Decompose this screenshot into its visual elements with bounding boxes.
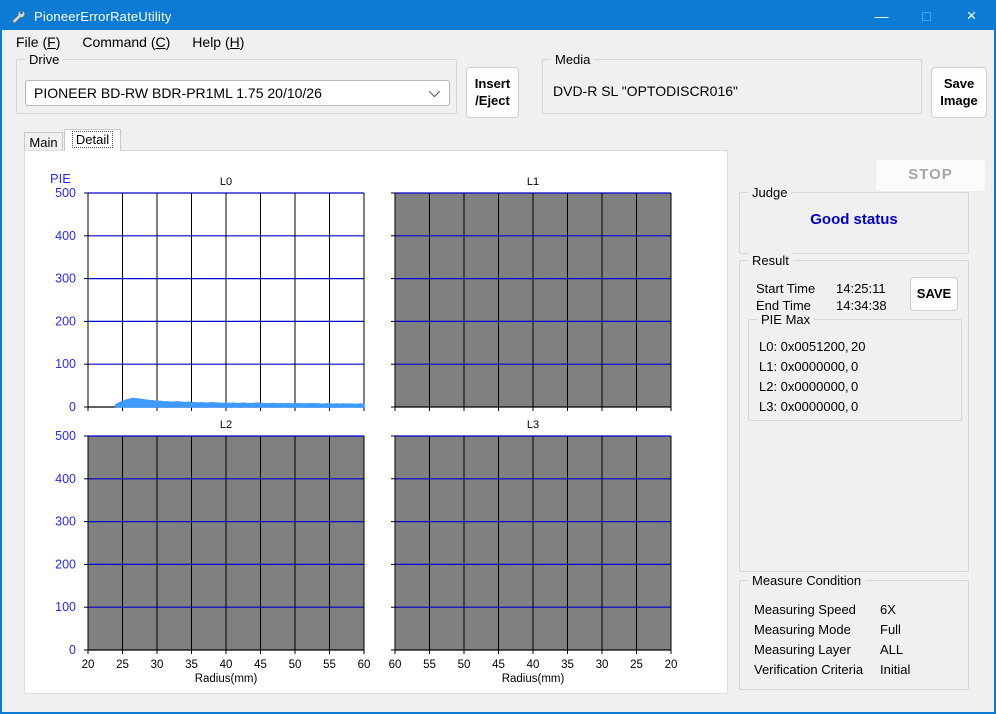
judge-group-label: Judge [748,185,792,200]
pie-max-group: PIE Max L0: 0x0051200, 20 L1: 0x0000000, 0 L… [748,312,962,421]
result-group: Result Start Time 14:25:11 End Time 14:3… [739,253,969,572]
pie-max-row: L2: 0x0000000, 0 [759,378,859,394]
x-tick-label: 30 [151,659,164,671]
y-tick-label: 200 [55,314,76,328]
chart-l3: L3 60 55 50 45 40 35 30 25 20 Radius(mm) [389,419,678,685]
save-button[interactable]: SAVE [910,277,958,311]
x-tick-label: 40 [220,659,233,671]
menu-help[interactable]: Help (H) [192,34,244,50]
end-time-label: End Time [756,298,811,313]
pie-max-label: PIE Max [757,312,815,327]
detail-tab-page: PIE L0 0 100 200 300 400 500 L1 L2 0 100 200 300 400 50… [24,150,728,694]
measure-condition-row: Measuring Mode Full [754,621,901,637]
menu-command[interactable]: Command (C) [82,34,170,50]
measure-condition-rows: Measuring Speed 6X Measuring Mode Full Measu… [754,599,962,679]
y-tick-label: 0 [69,643,76,657]
y-tick-label: 400 [55,229,76,243]
media-value: DVD-R SL "OPTODISCR016" [553,83,738,99]
measure-condition-row: Verification Criteria Initial [754,661,911,677]
chart-title: L0 [220,176,232,188]
close-button[interactable]: × [949,2,994,30]
y-tick-label: 300 [55,515,76,529]
pie-axis-label: PIE [50,171,71,186]
chart-l0: L0 0 100 200 300 400 500 [55,176,365,414]
stop-button: STOP [875,159,986,192]
y-tick-label: 100 [55,600,76,614]
chart-title: L2 [220,419,232,431]
chart-l2: L2 0 100 200 300 400 500 20 25 30 35 40 45 50 55 60 Radi… [55,419,370,685]
start-time-value: 14:25:11 [836,281,886,296]
x-tick-label: 55 [323,659,336,671]
x-axis-label: Radius(mm) [502,673,565,685]
media-group-label: Media [551,52,595,67]
x-tick-label: 35 [561,659,574,671]
x-tick-label: 40 [527,659,540,671]
y-tick-label: 300 [55,272,76,286]
measure-condition-row: Measuring Layer ALL [754,641,904,657]
y-tick-label: 500 [55,429,76,443]
end-time-value: 14:34:38 [836,298,887,313]
x-axis-label: Radius(mm) [195,673,258,685]
x-tick-label: 60 [358,659,371,671]
menu-bar: File (F) Command (C) Help (H) [2,30,994,54]
tab-main[interactable]: Main [24,132,63,150]
minimize-button[interactable]: — [859,2,904,30]
chart-title: L3 [527,419,539,431]
pie-max-row: L1: 0x0000000, 0 [759,358,859,374]
measure-condition-row: Measuring Speed 6X [754,601,896,617]
media-group: Media DVD-R SL "OPTODISCR016" [542,52,922,114]
chart-l1: L1 [391,176,672,411]
x-tick-label: 45 [492,659,505,671]
x-tick-label: 25 [116,659,129,671]
y-tick-label: 500 [55,186,76,200]
drive-select[interactable]: PIONEER BD-RW BDR-PR1ML 1.75 20/10/26 [25,80,450,106]
y-tick-label: 400 [55,472,76,486]
y-tick-label: 200 [55,557,76,571]
y-tick-label: 100 [55,357,76,371]
pie-max-rows: L0: 0x0051200, 20 L1: 0x0000000, 0 L2: 0x000… [759,336,955,416]
judge-group: Judge Good status [739,185,969,254]
pie-max-row: L0: 0x0051200, 20 [759,338,866,354]
x-tick-label: 20 [82,659,95,671]
x-tick-label: 25 [630,659,643,671]
app-window: PioneerErrorRateUtility — □ × File (F) C… [0,0,996,714]
chevron-down-icon [428,85,441,98]
maximize-button[interactable]: □ [904,2,949,30]
result-group-label: Result [748,253,793,268]
measure-condition-group: Measure Condition Measuring Speed 6X Measu… [739,573,969,690]
pie-max-row: L3: 0x0000000, 0 [759,398,859,414]
save-image-button[interactable]: Save Image [931,67,987,118]
x-tick-label: 30 [596,659,609,671]
y-tick-label: 0 [69,400,76,414]
x-tick-label: 45 [254,659,267,671]
start-time-label: Start Time [756,281,816,296]
chart-title: L1 [527,176,539,188]
title-bar: PioneerErrorRateUtility — □ × [2,2,994,30]
drive-group-label: Drive [25,52,64,67]
x-tick-label: 60 [389,659,402,671]
window-title: PioneerErrorRateUtility [34,8,172,24]
x-tick-label: 35 [185,659,198,671]
x-tick-label: 50 [458,659,471,671]
drive-group: Drive PIONEER BD-RW BDR-PR1ML 1.75 20/10… [16,52,457,114]
insert-eject-button[interactable]: Insert /Eject [466,67,519,118]
x-tick-label: 55 [423,659,436,671]
tab-detail[interactable]: Detail [64,129,121,151]
judge-status: Good status [810,211,898,228]
x-tick-label: 20 [665,659,678,671]
pie-charts-canvas: PIE L0 0 100 200 300 400 500 L1 L2 0 100 200 300 400 50… [50,171,678,685]
measure-condition-label: Measure Condition [748,573,866,588]
wrench-icon [11,10,26,24]
menu-file[interactable]: File (F) [16,34,60,50]
x-tick-label: 50 [289,659,302,671]
drive-select-value: PIONEER BD-RW BDR-PR1ML 1.75 20/10/26 [34,85,322,101]
